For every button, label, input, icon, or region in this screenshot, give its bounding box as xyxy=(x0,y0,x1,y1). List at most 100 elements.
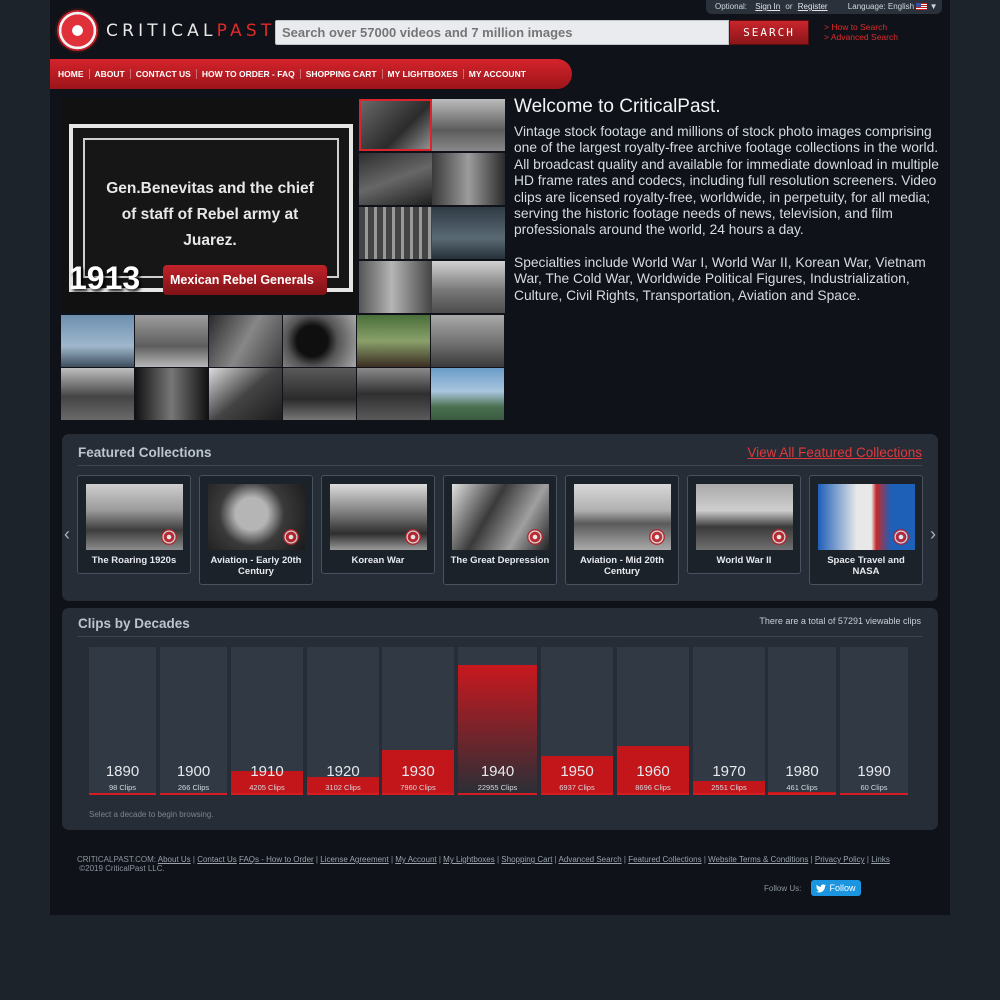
collection-label: World War II xyxy=(716,555,772,566)
carousel-prev-arrow-icon[interactable]: ‹ xyxy=(64,524,70,545)
thumbnail[interactable] xyxy=(209,368,282,420)
decade-clips-label: 22955 Clips xyxy=(477,783,518,792)
logo-icon[interactable] xyxy=(57,10,98,51)
logo-brand-right: PAST xyxy=(216,21,274,41)
thumbnail[interactable] xyxy=(432,99,505,151)
collection-label: The Great Depression xyxy=(450,555,550,566)
register-link[interactable]: Register xyxy=(798,2,828,11)
hero-title[interactable]: Mexican Rebel Generals xyxy=(163,265,327,295)
thumbnail[interactable] xyxy=(61,368,134,420)
thumbnail[interactable] xyxy=(357,368,430,420)
thumbnail[interactable] xyxy=(135,315,208,367)
decade-bar-8[interactable]: 1970 2551 Clips xyxy=(693,647,765,795)
main-nav: HOME ABOUT CONTACT US HOW TO ORDER - FAQ… xyxy=(50,59,572,89)
decade-bar-7[interactable]: 1960 8696 Clips xyxy=(617,647,689,795)
thumbnail[interactable] xyxy=(359,99,432,151)
decade-year-label: 1930 xyxy=(401,763,435,780)
footer-link-contact-us[interactable]: Contact Us xyxy=(197,855,237,864)
decade-clips-label: 98 Clips xyxy=(108,783,137,792)
how-to-search-link[interactable]: > How to Search xyxy=(824,22,898,32)
decade-bar-6[interactable]: 1950 6937 Clips xyxy=(541,647,613,795)
collection-card-aviation-early[interactable]: Aviation - Early 20th Century xyxy=(199,475,313,585)
decade-bar-9[interactable]: 1980 461 Clips xyxy=(768,647,836,795)
decade-year-label: 1940 xyxy=(480,763,515,780)
nav-about[interactable]: ABOUT xyxy=(90,69,131,79)
nav-shopping-cart[interactable]: SHOPPING CART xyxy=(301,69,383,79)
logo-wordmark[interactable]: CRITICALPAST. xyxy=(106,21,283,41)
view-all-collections-link[interactable]: View All Featured Collections xyxy=(747,445,922,460)
film-reel-icon xyxy=(527,529,543,545)
search-input[interactable] xyxy=(275,20,729,45)
nav-my-account[interactable]: MY ACCOUNT xyxy=(464,69,531,79)
footer-link-featured-collections[interactable]: Featured Collections xyxy=(628,855,701,864)
welcome-section: Welcome to CriticalPast. Vintage stock f… xyxy=(514,96,942,320)
footer-link-advanced-search[interactable]: Advanced Search xyxy=(559,855,622,864)
decade-bar-3[interactable]: 1920 3102 Clips xyxy=(307,647,379,795)
decade-bar-4[interactable]: 1930 7960 Clips xyxy=(382,647,454,795)
thumbnail[interactable] xyxy=(432,261,505,313)
decade-clips-label: 461 Clips xyxy=(786,783,818,792)
footer-link-my-lightboxes[interactable]: My Lightboxes xyxy=(443,855,495,864)
footer-link-about-us[interactable]: About Us xyxy=(158,855,191,864)
footer-link-shopping-cart[interactable]: Shopping Cart xyxy=(501,855,552,864)
collection-card-aviation-mid[interactable]: Aviation - Mid 20th Century xyxy=(565,475,679,585)
thumbnail[interactable] xyxy=(431,315,504,367)
welcome-paragraph-1: Vintage stock footage and millions of st… xyxy=(514,124,939,238)
collection-label: Aviation - Mid 20th Century xyxy=(579,555,665,577)
nav-home[interactable]: HOME xyxy=(53,69,90,79)
carousel-next-arrow-icon[interactable]: › xyxy=(930,524,936,545)
advanced-search-link[interactable]: > Advanced Search xyxy=(824,32,898,42)
footer-link-privacy[interactable]: Privacy Policy xyxy=(815,855,865,864)
collection-card-world-war-ii[interactable]: World War II xyxy=(687,475,801,574)
thumbnail[interactable] xyxy=(357,315,430,367)
thumbnail[interactable] xyxy=(432,153,505,205)
footer: CRITICALPAST.COM: About Us | Contact Us … xyxy=(77,855,890,873)
film-reel-icon xyxy=(771,529,787,545)
footer-link-terms[interactable]: Website Terms & Conditions xyxy=(708,855,808,864)
decade-bar-2[interactable]: 1910 4205 Clips xyxy=(231,647,303,795)
footer-link-faqs[interactable]: FAQs - How to Order xyxy=(239,855,314,864)
thumbnail[interactable] xyxy=(432,207,505,259)
decade-year-label: 1920 xyxy=(326,763,360,780)
search-button[interactable]: SEARCH xyxy=(729,20,809,45)
language-selector[interactable]: Language: English ▼ xyxy=(848,2,938,11)
decade-bar-10[interactable]: 1990 60 Clips xyxy=(840,647,908,795)
sign-in-link[interactable]: Sign In xyxy=(755,2,780,11)
hero-feature[interactable]: Gen.Benevitas and the chief of staff of … xyxy=(61,98,355,312)
nav-my-lightboxes[interactable]: MY LIGHTBOXES xyxy=(383,69,464,79)
thumbnail[interactable] xyxy=(209,315,282,367)
decade-bar-1[interactable]: 1900 266 Clips xyxy=(160,647,227,795)
footer-link-license[interactable]: License Agreement xyxy=(320,855,389,864)
collection-card-roaring-1920s[interactable]: The Roaring 1920s xyxy=(77,475,191,574)
or-label: or xyxy=(785,2,793,11)
collection-card-great-depression[interactable]: The Great Depression xyxy=(443,475,557,585)
footer-link-links[interactable]: Links xyxy=(871,855,890,864)
nav-how-to-order[interactable]: HOW TO ORDER - FAQ xyxy=(197,69,301,79)
decade-bar-5[interactable]: 1940 22955 Clips xyxy=(458,647,537,795)
thumbnail[interactable] xyxy=(61,315,134,367)
decade-clips-label: 8696 Clips xyxy=(635,783,671,792)
thumbnail[interactable] xyxy=(359,153,432,205)
decade-bar-baseline xyxy=(541,793,613,795)
thumbnail[interactable] xyxy=(359,261,432,313)
twitter-follow-button[interactable]: Follow xyxy=(811,880,861,896)
hero-caption: Gen.Benevitas and the chief of staff of … xyxy=(106,180,314,249)
collection-card-korean-war[interactable]: Korean War xyxy=(321,475,435,574)
welcome-paragraph-2: Specialties include World War I, World W… xyxy=(514,254,926,303)
decade-bar-baseline xyxy=(693,793,765,795)
thumbnail[interactable] xyxy=(283,315,356,367)
twitter-bird-icon xyxy=(816,883,827,892)
thumbnail[interactable] xyxy=(431,368,504,420)
thumbnail[interactable] xyxy=(359,207,432,259)
collection-label: Space Travel and NASA xyxy=(827,555,905,577)
footer-link-my-account[interactable]: My Account xyxy=(395,855,436,864)
thumbnail[interactable] xyxy=(283,368,356,420)
decade-clips-label: 3102 Clips xyxy=(325,783,361,792)
decade-year-label: 1890 xyxy=(105,763,140,780)
collection-card-space-travel[interactable]: Space Travel and NASA xyxy=(809,475,923,585)
nav-contact-us[interactable]: CONTACT US xyxy=(131,69,197,79)
decade-bar-0[interactable]: 1890 98 Clips xyxy=(89,647,156,795)
account-bar: Optional: Sign In or Register Language: … xyxy=(706,0,942,14)
thumbnail[interactable] xyxy=(135,368,208,420)
decade-bar-baseline xyxy=(840,793,908,795)
